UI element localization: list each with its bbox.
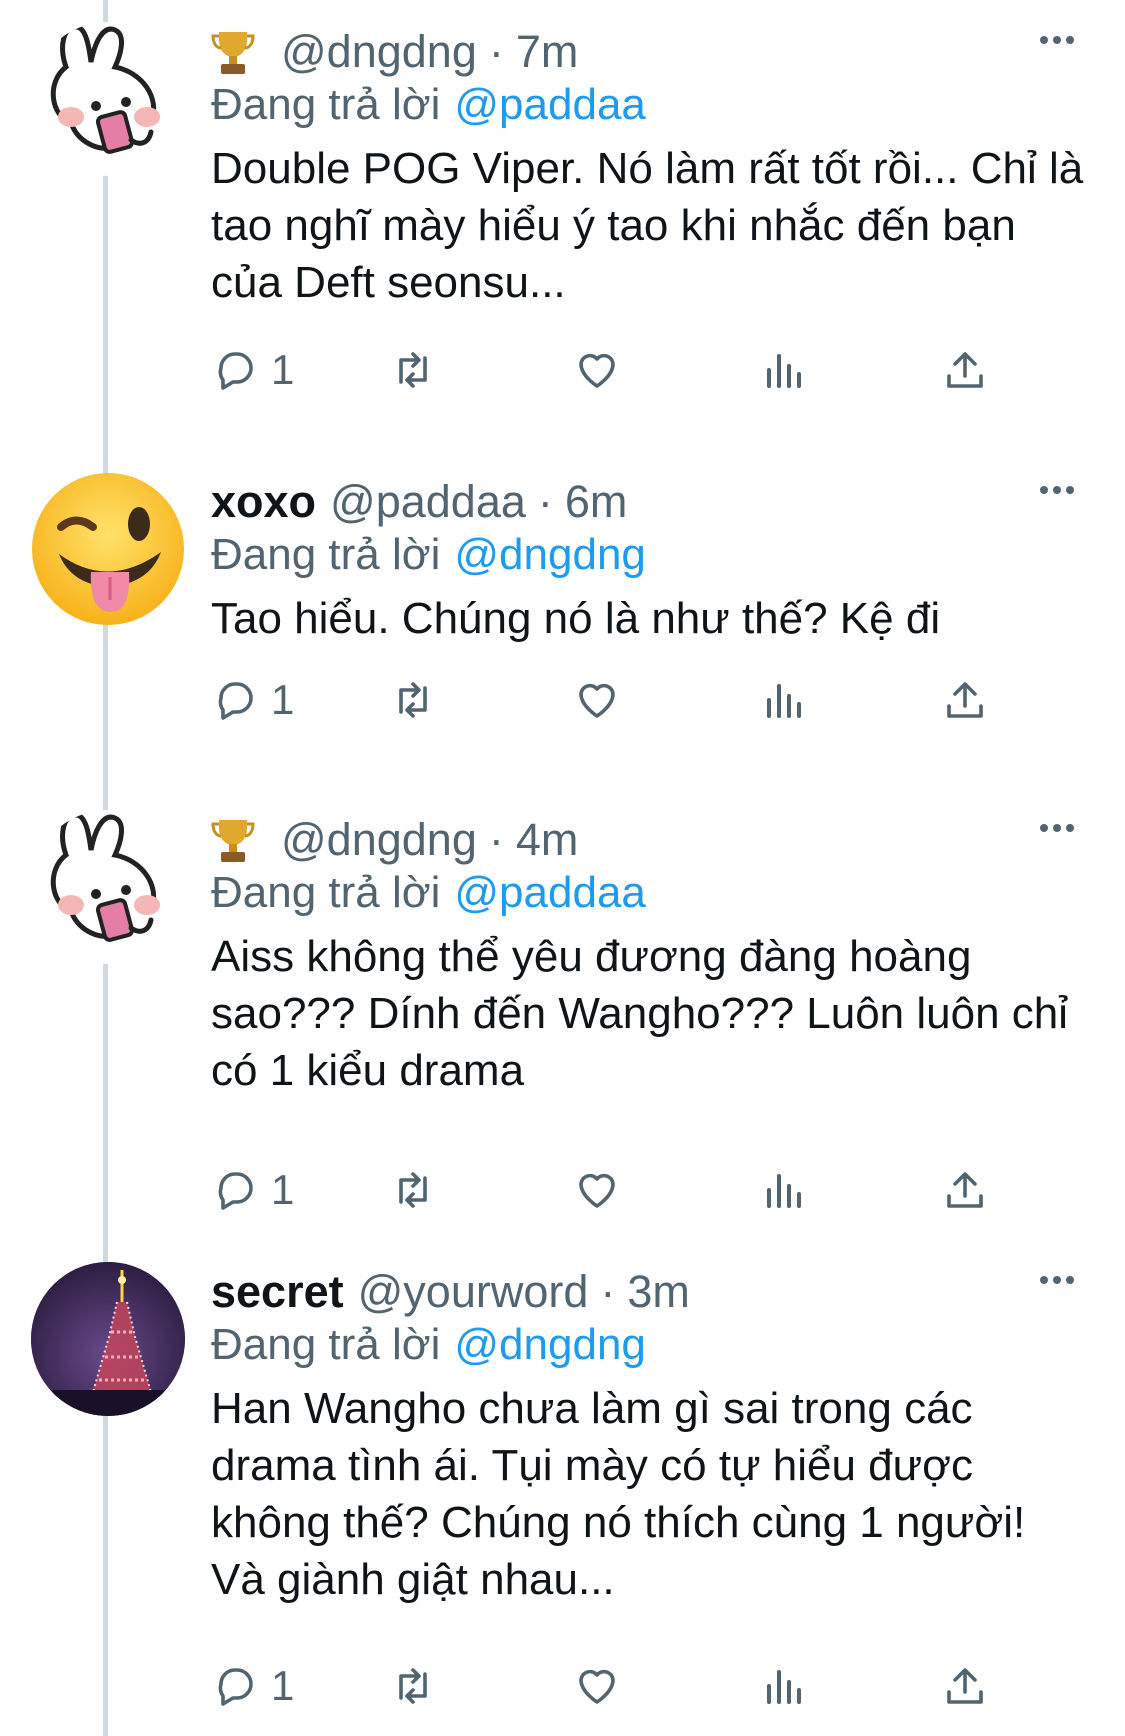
avatar-tokyo-tower[interactable] xyxy=(31,1262,185,1416)
more-options-icon[interactable] xyxy=(1040,1276,1074,1284)
timestamp[interactable]: 4m xyxy=(516,814,579,866)
more-options-icon[interactable] xyxy=(1040,36,1074,44)
reply-icon xyxy=(218,1668,253,1706)
retweet-icon xyxy=(399,1668,427,1704)
reply-button[interactable]: 1 xyxy=(211,672,294,728)
share-icon xyxy=(947,682,983,718)
replying-to: Đang trả lời @paddaa xyxy=(211,80,646,130)
reply-count: 1 xyxy=(271,676,295,723)
reply-button[interactable]: 1 xyxy=(211,1658,294,1714)
tweet-text: Aiss không thể yêu đương đàng hoàng sao?… xyxy=(211,932,1069,1095)
reply-icon xyxy=(218,352,253,390)
like-button[interactable] xyxy=(573,342,621,398)
share-button[interactable] xyxy=(941,342,989,398)
tweet-actions: 1 xyxy=(211,1162,1011,1218)
author-name[interactable]: xoxo xyxy=(211,476,316,528)
reply-prefix: Đang trả lời xyxy=(211,80,441,129)
reply-mention[interactable]: @paddaa xyxy=(454,868,646,917)
tweet-text: Double POG Viper. Nó làm rất tốt rồi... … xyxy=(211,144,1084,307)
tweet-actions: 1 xyxy=(211,342,1011,398)
share-icon xyxy=(947,1172,983,1208)
analytics-icon xyxy=(767,1670,801,1704)
views-button[interactable] xyxy=(759,1162,807,1218)
avatar-bunny[interactable] xyxy=(31,810,185,964)
reply-button[interactable]: 1 xyxy=(211,342,294,398)
views-button[interactable] xyxy=(759,1658,807,1714)
heart-icon xyxy=(579,353,615,388)
separator-dot: · xyxy=(600,1266,616,1317)
author-handle[interactable]: @dngdng xyxy=(281,814,477,866)
reply-mention[interactable]: @dngdng xyxy=(454,530,646,579)
reply-count: 1 xyxy=(271,346,295,393)
like-button[interactable] xyxy=(573,1658,621,1714)
avatar-bunny[interactable] xyxy=(31,22,185,176)
reply-mention[interactable]: @dngdng xyxy=(454,1320,646,1369)
retweet-icon xyxy=(399,1172,427,1208)
author-handle[interactable]: @yourword xyxy=(358,1266,589,1318)
reply-count: 1 xyxy=(271,1166,295,1213)
author-handle[interactable]: @paddaa xyxy=(330,476,526,528)
like-button[interactable] xyxy=(573,1162,621,1218)
reply-prefix: Đang trả lời xyxy=(211,530,441,579)
tweet-actions: 1 xyxy=(211,672,1011,728)
tweet-actions: 1 xyxy=(211,1658,1011,1714)
avatar-emoji[interactable] xyxy=(31,472,185,626)
heart-icon xyxy=(579,683,615,718)
more-options-icon[interactable] xyxy=(1040,824,1074,832)
author-handle[interactable]: @dngdng xyxy=(281,26,477,78)
timestamp[interactable]: 7m xyxy=(516,26,579,78)
heart-icon xyxy=(579,1669,615,1704)
reply-mention[interactable]: @paddaa xyxy=(454,80,646,129)
share-button[interactable] xyxy=(941,1658,989,1714)
separator-dot: · xyxy=(537,476,553,527)
analytics-icon xyxy=(767,1174,801,1208)
replying-to: Đang trả lời @paddaa xyxy=(211,868,646,918)
retweet-button[interactable] xyxy=(389,672,437,728)
timestamp[interactable]: 6m xyxy=(565,476,628,528)
reply-button[interactable]: 1 xyxy=(211,1162,294,1218)
views-button[interactable] xyxy=(759,672,807,728)
timestamp[interactable]: 3m xyxy=(627,1266,690,1318)
tweet-text: Tao hiểu. Chúng nó là như thế? Kệ đi xyxy=(211,594,941,643)
retweet-button[interactable] xyxy=(389,1162,437,1218)
analytics-icon xyxy=(767,684,801,718)
tweet-text: Han Wangho chưa làm gì sai trong các dra… xyxy=(211,1384,1026,1604)
separator-dot: · xyxy=(488,814,504,865)
tweet-header: xoxo @paddaa · 6m xyxy=(211,472,627,532)
retweet-button[interactable] xyxy=(389,342,437,398)
views-button[interactable] xyxy=(759,342,807,398)
tweet-header: @dngdng · 7m xyxy=(211,22,578,82)
trophy-icon xyxy=(211,32,255,74)
share-icon xyxy=(947,352,983,388)
reply-count: 1 xyxy=(271,1662,295,1709)
share-icon xyxy=(947,1668,983,1704)
separator-dot: · xyxy=(488,26,504,77)
reply-prefix: Đang trả lời xyxy=(211,1320,441,1369)
share-button[interactable] xyxy=(941,1162,989,1218)
tweet-header: @dngdng · 4m xyxy=(211,810,578,870)
reply-icon xyxy=(218,1172,253,1210)
more-options-icon[interactable] xyxy=(1040,486,1074,494)
share-button[interactable] xyxy=(941,672,989,728)
tweet-header: secret @yourword · 3m xyxy=(211,1262,690,1322)
trophy-icon xyxy=(211,820,255,862)
analytics-icon xyxy=(767,354,801,388)
replying-to: Đang trả lời @dngdng xyxy=(211,1320,646,1370)
reply-prefix: Đang trả lời xyxy=(211,868,441,917)
retweet-icon xyxy=(399,352,427,388)
heart-icon xyxy=(579,1173,615,1208)
reply-icon xyxy=(218,682,253,720)
retweet-button[interactable] xyxy=(389,1658,437,1714)
like-button[interactable] xyxy=(573,672,621,728)
replying-to: Đang trả lời @dngdng xyxy=(211,530,646,580)
author-name[interactable]: secret xyxy=(211,1266,344,1318)
retweet-icon xyxy=(399,682,427,718)
